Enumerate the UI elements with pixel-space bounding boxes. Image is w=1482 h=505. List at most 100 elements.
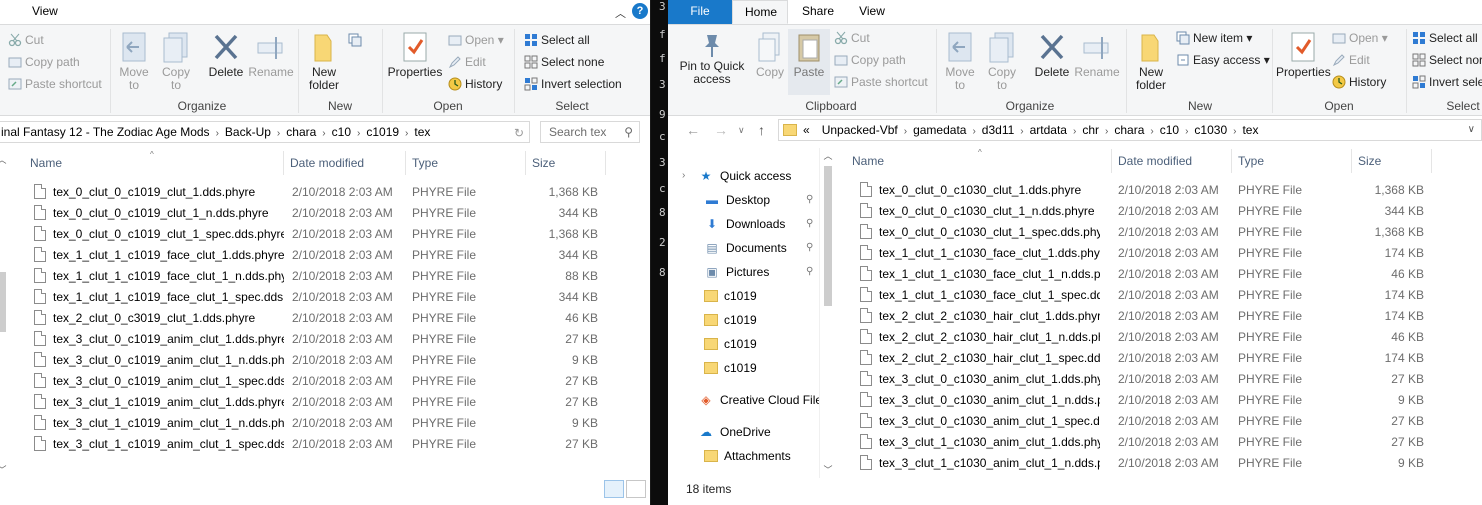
cut-button[interactable]: Cut [834,31,870,45]
file-row[interactable]: tex_2_clut_0_c3019_clut_1.dds.phyre 2/10/… [34,308,604,329]
file-row[interactable]: tex_2_clut_2_c1030_hair_clut_1_n.dds.phy… [860,327,1440,348]
history-button[interactable]: History [1332,75,1386,89]
breadcrumb-item[interactable]: Unpacked-Vbf [822,123,898,137]
copy-button[interactable]: Copy [752,31,788,79]
tab-share[interactable]: Share [790,0,842,24]
breadcrumb-item[interactable]: chr [1082,123,1099,137]
file-row[interactable]: tex_0_clut_0_c1030_clut_1.dds.phyre 2/10/… [860,180,1440,201]
file-row[interactable]: tex_3_clut_0_c1030_anim_clut_1_spec.dds.… [860,411,1440,432]
nav-item[interactable]: c1019 [704,309,757,331]
file-row[interactable]: tex_2_clut_2_c1030_hair_clut_1_spec.dds.… [860,348,1440,369]
file-row[interactable]: tex_1_clut_1_c1019_face_clut_1_spec.dds.… [34,287,604,308]
breadcrumb-overflow[interactable]: « [803,123,810,137]
breadcrumb-chevron-icon[interactable]: › [1105,126,1108,137]
breadcrumb-item[interactable]: gamedata [913,123,966,137]
file-row[interactable]: tex_3_clut_0_c1019_anim_clut_1_n.dds.ph.… [34,350,604,371]
nav-item[interactable]: ⬇ Downloads [704,213,785,235]
easy-access-button[interactable]: Easy access ▾ [1176,53,1270,67]
breadcrumb-chevron-icon[interactable]: › [1233,126,1236,137]
breadcrumb-chevron-icon[interactable]: › [216,128,219,139]
paste-button[interactable]: Paste [788,29,830,95]
open-button[interactable]: Open ▾ [448,33,504,47]
address-dropdown-icon[interactable]: ∨ [1468,120,1475,140]
breadcrumb-item[interactable]: tex [1242,123,1258,137]
tab-file[interactable]: File [668,0,732,24]
breadcrumb-chevron-icon[interactable]: › [1020,126,1023,137]
forward-arrow-icon[interactable]: → [714,122,728,138]
scroll-thumb[interactable] [824,166,832,306]
file-row[interactable]: tex_1_clut_1_c1019_face_clut_1.dds.phyre… [34,245,604,266]
pin-quick-access-button[interactable]: Pin to Quick access [672,31,752,86]
history-button[interactable]: History [448,77,502,91]
address-bar[interactable]: inal Fantasy 12 - The Zodiac Age Mods › Ba… [0,121,530,143]
properties-button[interactable]: Properties [386,31,444,79]
scroll-down-arrow[interactable]: ﹀ [0,462,10,478]
invert-selection-button[interactable]: Invert selection [524,77,622,91]
nav-item[interactable]: ▬ Desktop [704,189,770,211]
paste-shortcut-button[interactable]: Paste shortcut [8,77,102,91]
nav-item[interactable]: c1019 [704,357,757,379]
open-button[interactable]: Open ▾ [1332,31,1388,45]
breadcrumb-item[interactable]: tex [414,125,430,139]
tab-view[interactable]: View [846,0,898,24]
breadcrumb-chevron-icon[interactable]: › [904,126,907,137]
column-header-size[interactable]: Size [526,151,606,175]
breadcrumb-item[interactable]: d3d11 [982,123,1014,137]
nav-item[interactable]: ▣ Pictures [704,261,769,283]
column-header-date[interactable]: Date modified [1112,149,1232,173]
file-row[interactable]: tex_0_clut_0_c1019_clut_1_n.dds.phyre 2/1… [34,203,604,224]
scroll-up-arrow[interactable]: ︿ [0,152,10,168]
address-bar[interactable]: « Unpacked-Vbf › gamedata › d3d11 › artdata › chr… [778,119,1482,141]
nav-item[interactable]: c1019 [704,285,757,307]
file-row[interactable]: tex_3_clut_1_c1030_anim_clut_1_n.dds.phy… [860,453,1440,474]
file-row[interactable]: tex_0_clut_0_c1030_clut_1_n.dds.phyre 2/1… [860,201,1440,222]
file-row[interactable]: tex_2_clut_2_c1030_hair_clut_1.dds.phyre… [860,306,1440,327]
nav-item[interactable]: ☁ OneDrive [698,421,771,443]
back-arrow-icon[interactable]: ← [686,122,700,138]
breadcrumb-item[interactable]: chara [286,125,316,139]
breadcrumb-item[interactable]: c1030 [1194,123,1227,137]
breadcrumb-chevron-icon[interactable]: › [405,128,408,139]
new-item-button[interactable] [348,33,365,47]
nav-item[interactable]: Attachments [704,445,791,467]
nav-item[interactable]: c1019 [704,333,757,355]
rename-button[interactable]: Rename [248,31,294,79]
edit-button[interactable]: Edit [448,55,486,69]
ribbon-collapse-icon[interactable]: ︿ [615,5,626,21]
delete-button[interactable]: Delete [204,31,248,79]
nav-item[interactable]: ▤ Documents [704,237,786,259]
nav-item[interactable]: › ★ Quick access [682,165,791,187]
column-header-date[interactable]: Date modified [284,151,406,175]
properties-button[interactable]: Properties [1276,31,1331,79]
copy-path-button[interactable]: Copy path [834,53,906,67]
scroll-thumb[interactable] [0,272,6,332]
breadcrumb-item[interactable]: c10 [1160,123,1179,137]
scroll-up-arrow[interactable]: ︿ [820,148,836,164]
details-view-button[interactable] [604,480,624,498]
file-row[interactable]: tex_3_clut_0_c1019_anim_clut_1.dds.phyre… [34,329,604,350]
edit-button[interactable]: Edit [1332,53,1370,67]
refresh-icon[interactable]: ↻ [514,126,524,140]
select-none-button[interactable]: Select nor [1412,53,1482,67]
select-all-button[interactable]: Select all [1412,31,1478,45]
cut-button[interactable]: Cut [8,33,44,47]
file-row[interactable]: tex_3_clut_0_c1030_anim_clut_1.dds.phyre… [860,369,1440,390]
large-icons-view-button[interactable] [626,480,646,498]
paste-shortcut-button[interactable]: Paste shortcut [834,75,928,89]
column-header-type[interactable]: Type [406,151,526,175]
breadcrumb-item[interactable]: c1019 [366,125,399,139]
breadcrumb-item[interactable]: c10 [332,125,351,139]
vertical-scrollbar[interactable]: ︿ ﹀ [0,152,11,478]
column-header-name[interactable]: Name [24,151,284,175]
breadcrumb-chevron-icon[interactable]: › [1073,126,1076,137]
copy-to-button[interactable]: Copy to [158,31,194,92]
tab-home[interactable]: Home [732,0,788,24]
file-row[interactable]: tex_3_clut_1_c1030_anim_clut_1.dds.phyre… [860,432,1440,453]
breadcrumb-item[interactable]: inal Fantasy 12 - The Zodiac Age Mods [1,125,210,139]
scroll-down-arrow[interactable]: ﹀ [820,462,836,478]
file-row[interactable]: tex_1_clut_1_c1030_face_clut_1_n.dds.phy… [860,264,1440,285]
column-header-type[interactable]: Type [1232,149,1352,173]
new-folder-button[interactable]: New folder [1130,31,1172,92]
breadcrumb-chevron-icon[interactable]: › [1185,126,1188,137]
breadcrumb-item[interactable]: artdata [1030,123,1067,137]
